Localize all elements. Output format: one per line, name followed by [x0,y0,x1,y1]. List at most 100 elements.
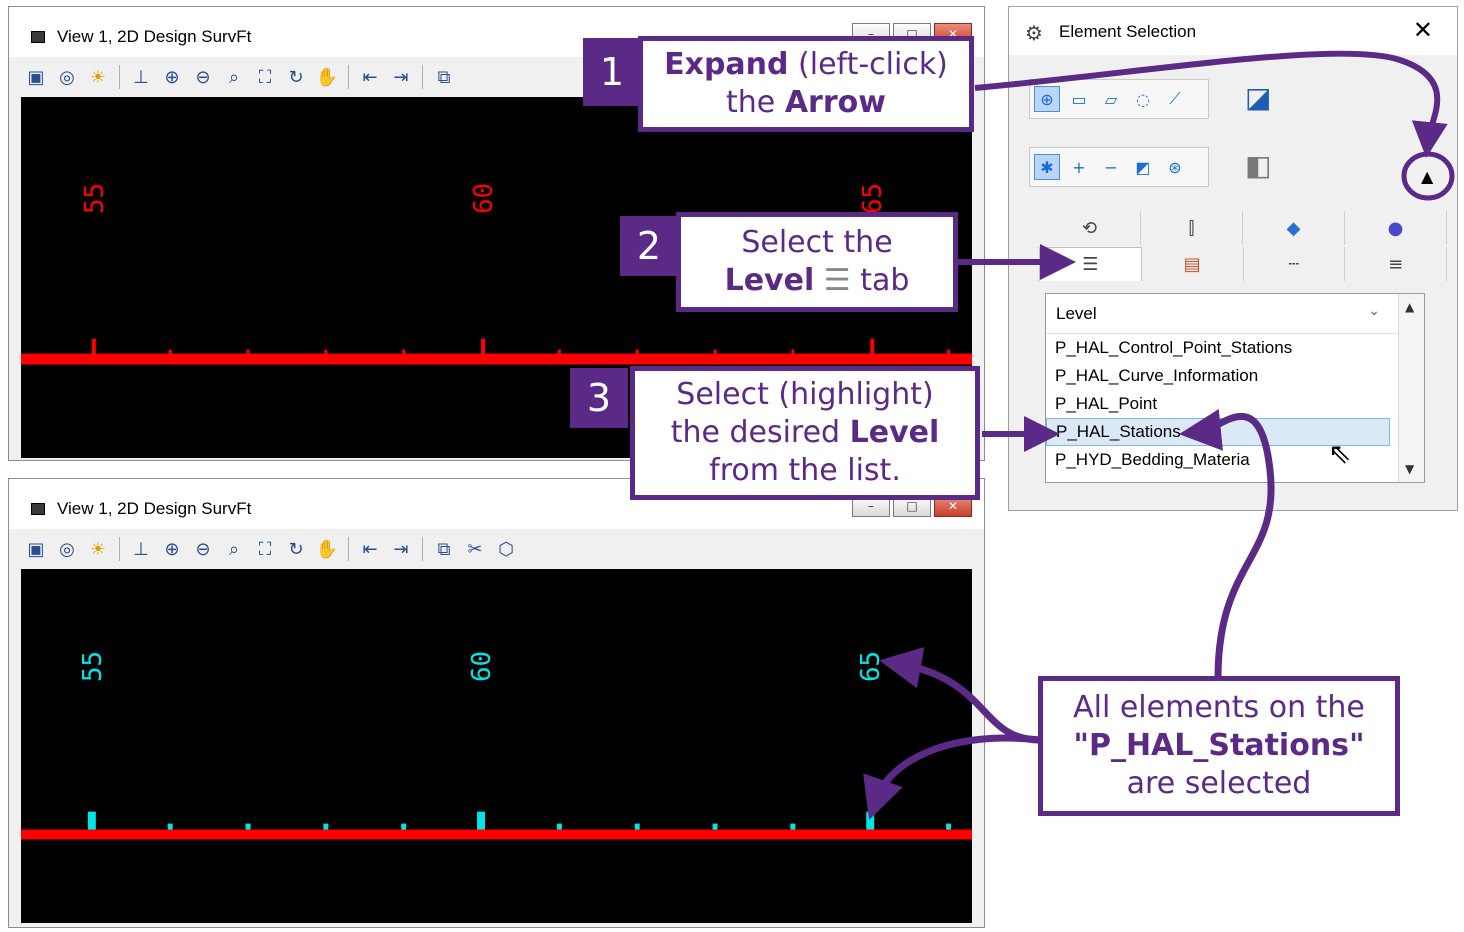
callout-text: Select (highlight) [676,377,934,412]
shape-method-icon[interactable]: ▱ [1098,86,1124,112]
individual-method-icon[interactable]: ⊕ [1034,86,1060,112]
previous-view-icon[interactable]: ⇤ [357,536,383,562]
zoom-in-icon[interactable]: ⊕ [159,536,185,562]
minor-tick [557,349,561,354]
close-button[interactable]: ✕ [1413,16,1433,44]
station-label: 65 [858,183,888,214]
major-tick [91,338,96,355]
zoom-out-icon[interactable]: ⊖ [190,64,216,90]
rotate-icon[interactable]: ↻ [283,536,309,562]
drawing-area: 55 60 65 [21,651,972,840]
selected-major-tick [866,811,875,830]
toolbar-divider [348,65,349,89]
callout-text: All elements on the [1073,690,1365,725]
major-tick [481,338,486,355]
copy-view-icon[interactable]: ⧉ [431,64,457,90]
list-item[interactable]: P_HAL_Control_Point_Stations [1046,334,1390,362]
level-display-icon[interactable]: ⊥ [128,64,154,90]
rotate-icon[interactable]: ↻ [283,64,309,90]
line-method-icon[interactable]: ⟋ [1162,86,1188,112]
zoom-out-icon[interactable]: ⊖ [190,536,216,562]
tab-color[interactable]: ▤ [1142,247,1244,281]
major-tick [870,338,875,355]
clear-selection-icon[interactable]: ◪ [1245,81,1271,114]
tab-symbology[interactable]: ⫿ [1141,211,1243,245]
selection-method-group: ⊕ ▭ ▱ ◌ ⟋ [1029,79,1209,119]
level-tab-icon: ☰ [823,263,851,298]
minor-tick [168,349,172,354]
minor-tick [246,349,250,354]
copy-view-icon[interactable]: ⧉ [431,536,457,562]
callout-text: Select the [741,225,893,260]
tab-view[interactable]: ● [1345,211,1447,245]
tab-line-weight[interactable]: ≡ [1345,247,1447,281]
window-area-icon[interactable]: ⌕ [221,536,247,562]
minor-tick [947,349,951,354]
list-item[interactable]: P_HAL_Curve_Information [1046,362,1390,390]
invert-mode-icon[interactable]: ◩ [1130,154,1156,180]
selected-minor-tick [790,823,796,830]
station-label: 55 [80,183,110,214]
attribute-tabs-top: ⟲ ⫿ ◆ ● [1039,211,1447,245]
list-header[interactable]: Level ⌄ [1046,294,1424,334]
pan-icon[interactable]: ✋ [314,536,340,562]
scroll-down-icon[interactable]: ▼ [1405,462,1414,476]
dialog-title-bar[interactable]: ⚙ Element Selection ✕ [1009,7,1457,55]
lighting-icon[interactable]: ☀ [85,536,111,562]
selected-minor-tick [245,823,251,830]
lighting-icon[interactable]: ☀ [85,64,111,90]
element-selection-icon: ⚙ [1025,21,1043,45]
pan-icon[interactable]: ✋ [314,64,340,90]
block-method-icon[interactable]: ▭ [1066,86,1092,112]
clip-volume-icon[interactable]: ✂ [462,536,488,562]
scroll-up-icon[interactable]: ▲ [1405,300,1414,314]
zoom-in-icon[interactable]: ⊕ [159,64,185,90]
fit-view-icon[interactable]: ⛶ [252,536,278,562]
list-header-label: Level [1056,303,1097,323]
view-toolbar: ▣ ◎ ☀ ⊥ ⊕ ⊖ ⌕ ⛶ ↻ ✋ ⇤ ⇥ ⧉ ✂ ⬡ [9,529,984,569]
selected-minor-tick [556,823,562,830]
clip-mask-icon[interactable]: ⬡ [493,536,519,562]
list-scrollbar[interactable]: ▲ ▼ [1398,294,1424,482]
selection-mode-group: ✱ + − ◩ ⊛ [1029,147,1209,187]
station-line [21,353,972,365]
callout-bold: Expand [664,47,789,82]
previous-view-icon[interactable]: ⇤ [357,64,383,90]
view-attributes-icon[interactable]: ▣ [23,64,49,90]
step-number-2: 2 [620,216,678,276]
new-mode-icon[interactable]: ✱ [1034,154,1060,180]
display-style-icon[interactable]: ◎ [54,64,80,90]
callout-bold: "P_HAL_Stations" [1073,728,1365,763]
level-display-icon[interactable]: ⊥ [128,536,154,562]
callout-text: the [726,85,785,120]
circle-method-icon[interactable]: ◌ [1130,86,1156,112]
tab-class[interactable]: ◆ [1243,211,1345,245]
chevron-down-icon[interactable]: ⌄ [1368,302,1380,319]
tab-level[interactable]: ☰ [1039,247,1142,281]
next-view-icon[interactable]: ⇥ [388,64,414,90]
tab-line-style[interactable]: ┄ [1244,247,1346,281]
subtract-mode-icon[interactable]: − [1098,154,1124,180]
view-window-bottom: View 1, 2D Design SurvFt – □ ✕ ▣ ◎ ☀ ⊥ ⊕… [8,478,985,928]
step-number-3: 3 [570,368,628,428]
toolbar-divider [119,65,120,89]
selected-major-tick [477,811,486,830]
display-style-icon[interactable]: ◎ [54,536,80,562]
view-title: View 1, 2D Design SurvFt [57,27,252,46]
expand-arrow-icon[interactable]: ▲ [1421,167,1433,186]
tab-element-type[interactable]: ⟲ [1039,211,1141,245]
add-mode-icon[interactable]: + [1066,154,1092,180]
callout-bold: Level [849,415,940,450]
selected-minor-tick [323,823,329,830]
select-all-icon[interactable]: ◧ [1245,149,1271,182]
next-view-icon[interactable]: ⇥ [388,536,414,562]
fit-view-icon[interactable]: ⛶ [252,64,278,90]
level-list: Level ⌄ P_HAL_Control_Point_Stations P_H… [1045,293,1425,483]
view-canvas[interactable]: 55 60 65 [21,569,972,923]
callout-bold: Arrow [784,85,886,120]
list-item[interactable]: P_HAL_Point [1046,390,1390,418]
window-area-icon[interactable]: ⌕ [221,64,247,90]
select-all-mode-icon[interactable]: ⊛ [1162,154,1188,180]
view-attributes-icon[interactable]: ▣ [23,536,49,562]
callout-text: (left-click) [788,47,948,82]
